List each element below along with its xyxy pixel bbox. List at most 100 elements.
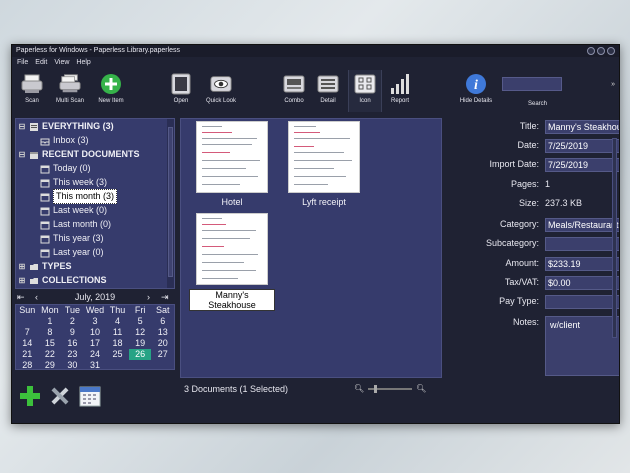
calendar-day[interactable]: 12 — [129, 327, 152, 338]
calendar-day[interactable]: 21 — [16, 349, 39, 360]
calendar-day[interactable]: 25 — [106, 349, 129, 360]
calendar-day[interactable]: 23 — [61, 349, 84, 360]
tax-field[interactable]: $0.00 — [545, 276, 619, 290]
tree-item-last-month[interactable]: Last month (0) — [40, 218, 111, 231]
calendar-day[interactable]: 19 — [129, 338, 152, 349]
import-date-field[interactable]: 7/25/2019▾ — [545, 158, 619, 172]
title-field[interactable]: Manny's Steakhou▾ — [545, 120, 619, 134]
calendar-day[interactable]: 10 — [84, 327, 107, 338]
combo-view-button[interactable]: Combo — [282, 70, 306, 112]
tree-scrollbar[interactable] — [167, 119, 174, 288]
calendar-day[interactable]: 14 — [16, 338, 39, 349]
calendar-day[interactable]: 26 — [128, 349, 152, 360]
tree-item-last-year[interactable]: Last year (0) — [40, 246, 104, 259]
maximize-button[interactable] — [597, 47, 605, 55]
icon-view-button[interactable]: Icon — [348, 70, 382, 112]
tree-item-inbox[interactable]: Inbox (3) — [40, 134, 89, 147]
quick-look-button[interactable]: Quick Look — [204, 70, 238, 112]
calendar-day[interactable]: 8 — [39, 327, 62, 338]
calendar-day[interactable]: 18 — [106, 338, 129, 349]
calendar-day[interactable]: 9 — [61, 327, 84, 338]
calendar-day[interactable]: 4 — [106, 316, 129, 327]
calendar-day[interactable]: 2 — [61, 316, 84, 327]
zoom-out-icon[interactable]: 🔍︎ — [354, 384, 364, 393]
calendar-day[interactable]: 24 — [84, 349, 107, 360]
subcategory-select[interactable]: ▾ — [545, 237, 619, 251]
calendar-day[interactable]: 31 — [84, 360, 107, 371]
search-input[interactable] — [502, 77, 562, 91]
zoom-track[interactable] — [368, 384, 413, 393]
last-month-button[interactable]: ⇥ — [161, 292, 169, 303]
expand-icon[interactable]: ⊞ — [18, 274, 26, 287]
calendar-day-of-week: Sun — [19, 305, 36, 315]
report-button[interactable]: Report — [388, 70, 412, 112]
document-item-mannys-steakhouse[interactable]: Manny's Steakhouse — [189, 213, 275, 311]
tree-item-today[interactable]: Today (0) — [40, 162, 91, 175]
calendar-day[interactable]: 6 — [151, 316, 174, 327]
add-icon[interactable] — [19, 385, 41, 407]
menu-edit[interactable]: Edit — [35, 57, 47, 69]
notes-textarea[interactable]: w/client — [545, 316, 619, 376]
pay-type-select[interactable]: ▾ — [545, 295, 619, 309]
toolbar-overflow-icon[interactable]: » — [611, 81, 615, 88]
title-bar: Paperless for Windows - Paperless Librar… — [12, 45, 619, 57]
calendar-day[interactable]: 15 — [39, 338, 62, 349]
tree-item-last-week[interactable]: Last week (0) — [40, 204, 107, 217]
size-row: Size: 237.3 KB — [518, 198, 583, 208]
import-date-row: Import Date: 7/25/2019▾ — [446, 158, 619, 172]
category-select[interactable]: Meals/Restaurant▾ — [545, 218, 619, 232]
tree-item-this-week[interactable]: This week (3) — [40, 176, 107, 189]
eye-icon — [210, 73, 232, 95]
zoom-slider[interactable]: 🔍︎ 🔍︎ — [354, 384, 426, 393]
calendar-small-icon — [40, 235, 50, 243]
calendar-day[interactable]: 7 — [16, 327, 39, 338]
collapse-icon[interactable]: ⊟ — [18, 148, 26, 161]
calendar-day[interactable]: 22 — [39, 349, 62, 360]
tree-item-collections[interactable]: ⊞ COLLECTIONS — [18, 274, 107, 287]
calendar-day[interactable]: 29 — [39, 360, 62, 371]
date-field[interactable]: 7/25/2019▾ — [545, 139, 619, 153]
minimize-button[interactable] — [587, 47, 595, 55]
calendar-day-of-week: Mon — [41, 305, 59, 315]
zoom-in-icon[interactable]: 🔍︎ — [416, 384, 426, 393]
tree-item-recent-documents[interactable]: ⊟ RECENT DOCUMENTS — [18, 148, 140, 161]
tree-item-everything[interactable]: ⊟ EVERYTHING (3) — [18, 120, 114, 133]
document-item-hotel[interactable]: Hotel — [189, 121, 275, 207]
hide-details-button[interactable]: i Hide Details — [458, 70, 494, 112]
calendar-day[interactable]: 13 — [151, 327, 174, 338]
calendar-day[interactable]: 16 — [61, 338, 84, 349]
new-item-button[interactable]: New Item — [96, 70, 126, 112]
calendar-day[interactable]: 1 — [39, 316, 62, 327]
menu-view[interactable]: View — [54, 57, 69, 69]
collapse-icon[interactable]: ⊟ — [18, 120, 26, 133]
calendar-day[interactable]: 11 — [106, 327, 129, 338]
details-scrollbar[interactable] — [611, 118, 618, 378]
calendar-day[interactable]: 5 — [129, 316, 152, 327]
close-button[interactable] — [607, 47, 615, 55]
expand-icon[interactable]: ⊞ — [18, 260, 26, 273]
tax-row: Tax/VAT: $0.00 — [446, 276, 619, 290]
tools-icon[interactable] — [49, 385, 71, 407]
calendar-day[interactable]: 3 — [84, 316, 107, 327]
zoom-handle[interactable] — [374, 384, 378, 393]
amount-field[interactable]: $233.19 — [545, 257, 619, 271]
menu-help[interactable]: Help — [76, 57, 90, 69]
calendar-day[interactable]: 30 — [61, 360, 84, 371]
detail-view-button[interactable]: Detail — [316, 70, 340, 112]
document-item-lyft-receipt[interactable]: Lyft receipt — [281, 121, 367, 207]
size-value: 237.3 KB — [545, 198, 583, 208]
next-month-button[interactable]: › — [147, 292, 150, 302]
tree-item-this-year[interactable]: This year (3) — [40, 232, 104, 245]
calendar-day[interactable]: 20 — [151, 338, 174, 349]
calendar-day[interactable]: 27 — [151, 349, 174, 360]
multi-scan-button[interactable]: Multi Scan — [54, 70, 86, 112]
tree-item-types[interactable]: ⊞ TYPES — [18, 260, 72, 273]
menu-file[interactable]: File — [17, 57, 28, 69]
calendar-view-icon[interactable] — [79, 385, 101, 407]
calendar-day[interactable]: 17 — [84, 338, 107, 349]
scan-button[interactable]: Scan — [20, 70, 44, 112]
calendar-day[interactable]: 28 — [16, 360, 39, 371]
open-button[interactable]: Open — [169, 70, 193, 112]
pay-type-row: Pay Type: ▾ — [446, 295, 619, 309]
tree-item-this-month[interactable]: This month (3) — [40, 189, 118, 204]
